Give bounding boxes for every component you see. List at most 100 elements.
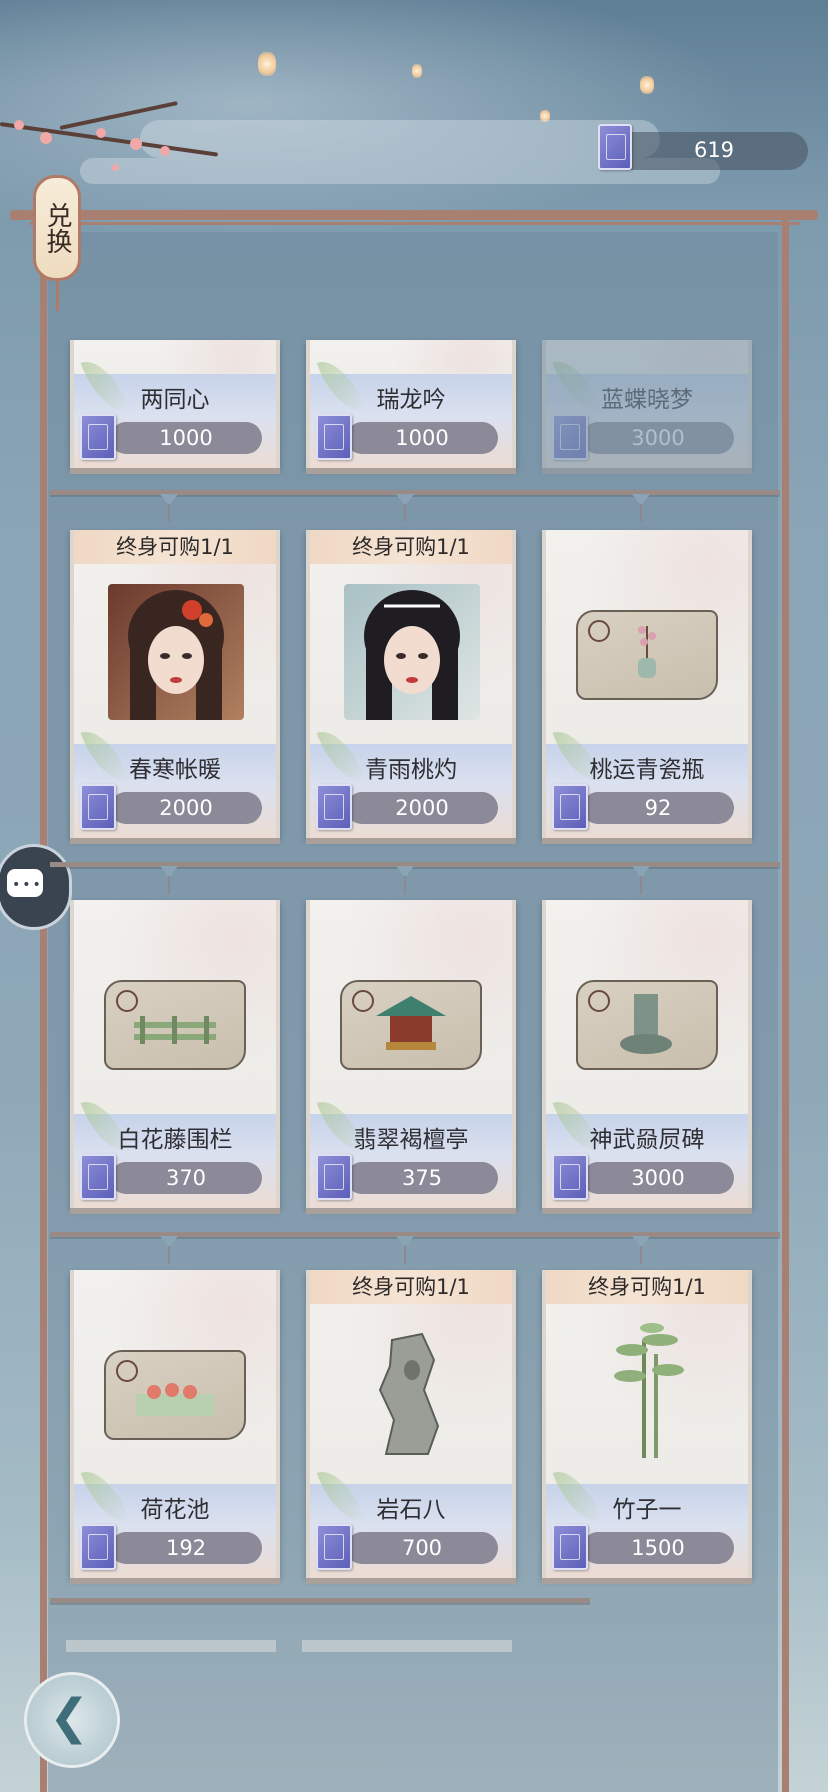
book-icon [80,784,116,830]
item-price: 2000 [110,792,262,824]
card-partial [66,1640,276,1652]
book-icon [80,414,116,460]
item-price: 1000 [346,422,498,454]
frame-top-beam [30,222,800,225]
sky-lantern [640,76,654,94]
hanger-string [404,1246,406,1264]
item-name: 岩石八 [376,1497,446,1523]
shop-item-card[interactable]: 终身可购1/1 岩石八 700 [306,1270,516,1578]
item-name: 桃运青瓷瓶 [589,757,705,783]
item-price: 2000 [346,792,498,824]
currency-value: 619 [693,138,735,162]
item-price: 1500 [582,1532,734,1564]
frame-post-left [40,215,47,1792]
hanger-string [168,876,170,894]
item-name: 翡翠褐檀亭 [353,1127,469,1153]
shop-item-card[interactable]: 瑞龙吟 1000 [306,340,516,468]
shelf-rail [50,1598,590,1603]
book-icon [552,414,588,460]
bamboo-image [614,1323,684,1458]
item-name: 荷花池 [140,1497,210,1523]
item-price: 370 [110,1162,262,1194]
hanger-string [640,876,642,894]
shop-item-card[interactable]: 终身可购1/1 竹子一 1500 [542,1270,752,1578]
purchase-limit-banner: 终身可购1/1 [310,1270,512,1304]
pillow-art [376,996,446,1050]
back-arrow-icon: ❮ [49,1689,90,1745]
item-price: 192 [110,1532,262,1564]
pillow-art [136,1383,214,1416]
blossom [130,138,142,150]
shelf-rail [50,490,780,495]
item-price: 700 [346,1532,498,1564]
sky-lantern [258,52,276,76]
book-icon [80,1154,116,1200]
portrait-red-hair-image [108,584,244,720]
shop-item-card[interactable]: 终身可购1/1 春寒帐暖 2000 [70,530,280,838]
item-name: 竹子一 [612,1497,682,1523]
shop-item-card[interactable]: 两同心 1000 [70,340,280,468]
card-partial [302,1640,512,1652]
rock-image [378,1332,440,1455]
fence-pillow-image [104,980,246,1070]
shop-item-card[interactable]: 荷花池 192 [70,1270,280,1578]
blossom [40,132,52,144]
hanger-string [168,504,170,522]
book-icon [316,414,352,460]
book-icon [316,784,352,830]
currency-display: 619 [598,124,808,170]
item-price: 3000 [582,1162,734,1194]
hanger-string [640,504,642,522]
item-name: 青雨桃灼 [365,757,457,783]
item-name: 两同心 [140,387,210,413]
pillow-art [134,1016,216,1044]
book-icon [316,1154,352,1200]
pavilion-pillow-image [340,980,482,1070]
shop-item-card[interactable]: 翡翠褐檀亭 375 [306,900,516,1208]
frame-top-beam [10,210,818,220]
blossom [14,120,24,130]
blossom [160,146,170,156]
frame-post-right [782,215,789,1792]
shop-item-card[interactable]: 终身可购1/1 青雨桃灼 2000 [306,530,516,838]
shop-item-card[interactable]: 桃运青瓷瓶 92 [542,530,752,838]
item-name: 神武赑屃碑 [589,1127,705,1153]
shelf-rail [50,1232,780,1237]
item-name: 蓝蝶晓梦 [601,387,693,413]
shop-item-card[interactable]: 蓝蝶晓梦 3000 [542,340,752,468]
pillow-art [638,626,656,678]
stele-pillow-image [576,980,718,1070]
blossom [96,128,106,138]
book-icon [552,1154,588,1200]
item-name: 瑞龙吟 [376,387,446,413]
vase-pillow-image [576,610,718,700]
redeem-label: 兑换 [42,202,72,254]
back-button[interactable]: ❮ [24,1672,120,1768]
portrait-black-hair-image [344,584,480,720]
pillow-art [620,994,672,1054]
item-price: 375 [346,1162,498,1194]
sky-lantern [412,64,422,78]
hanger-string [404,504,406,522]
chat-dots: ••• [12,877,43,893]
shop-item-card[interactable]: 白花藤围栏 370 [70,900,280,1208]
book-icon [316,1524,352,1570]
item-name: 白花藤围栏 [117,1127,233,1153]
lantern-string [56,281,59,311]
portrait-art [364,590,460,720]
item-price: 1000 [110,422,262,454]
purchase-limit-banner: 终身可购1/1 [310,530,512,564]
chat-button[interactable]: ••• [0,844,72,930]
blossom [112,164,119,171]
book-icon [552,784,588,830]
pond-pillow-image [104,1350,246,1440]
redeem-tab[interactable]: 兑换 [33,175,81,281]
shop-item-card[interactable]: 神武赑屃碑 3000 [542,900,752,1208]
item-price: 3000 [582,422,734,454]
hanger-string [640,1246,642,1264]
book-icon [552,1524,588,1570]
purchase-limit-banner: 终身可购1/1 [74,530,276,564]
shelf-rail [50,862,780,867]
book-icon [80,1524,116,1570]
hanger-string [168,1246,170,1264]
